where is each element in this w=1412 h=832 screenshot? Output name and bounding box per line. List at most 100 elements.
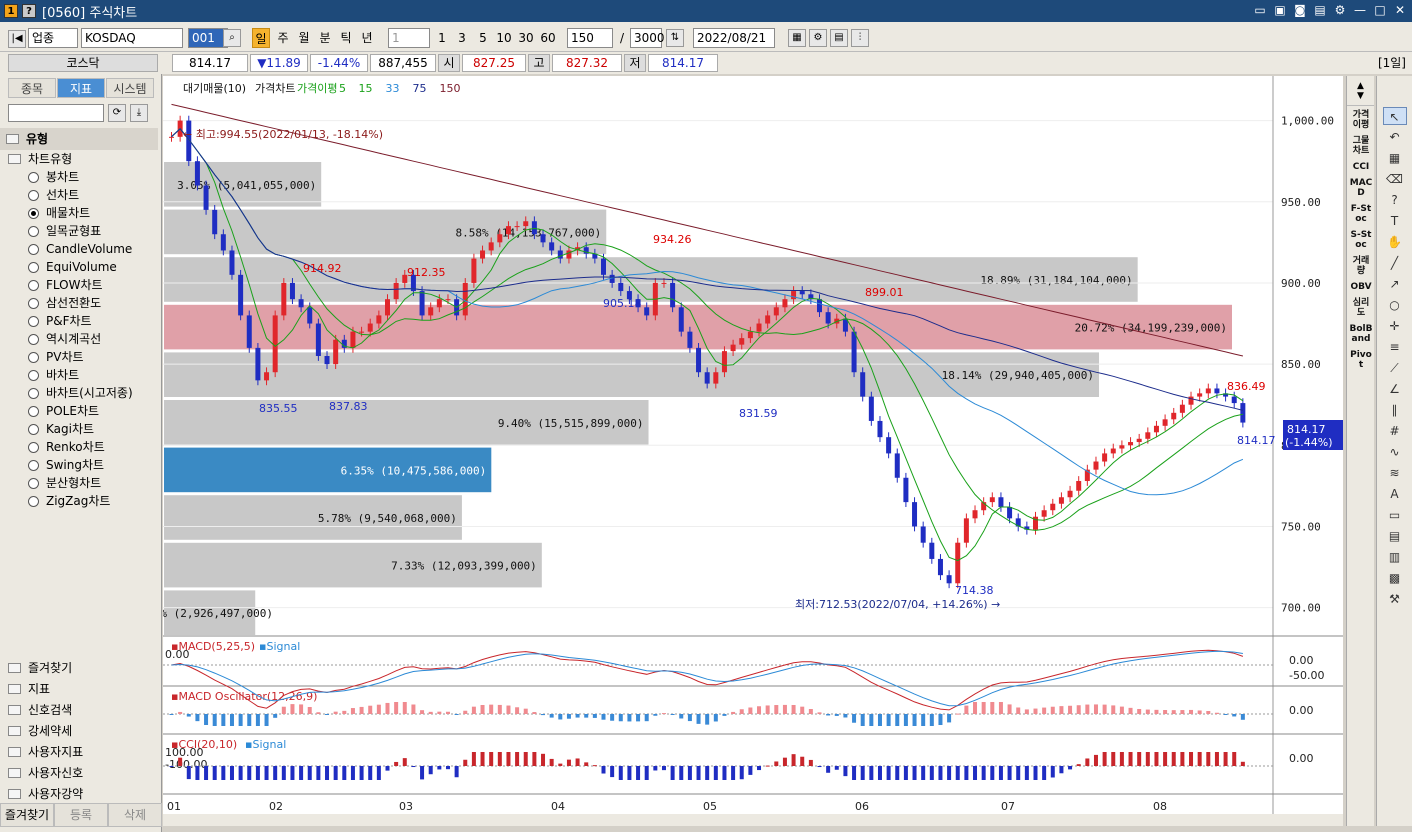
- radio-icon[interactable]: [28, 171, 39, 183]
- radio-icon[interactable]: [28, 387, 39, 399]
- save-icon[interactable]: ▤: [830, 29, 848, 47]
- radio-icon[interactable]: [28, 351, 39, 363]
- chart-svg[interactable]: 3.05% (5,041,055,000)8.58% (14,153,767,0…: [134, 76, 1343, 826]
- chart-type-item[interactable]: Renko차트: [28, 438, 158, 456]
- folder-item[interactable]: 신호검색: [8, 700, 158, 720]
- chart-type-item[interactable]: ZigZag차트: [28, 492, 158, 510]
- interval-1[interactable]: 1: [434, 28, 450, 48]
- radio-icon[interactable]: [28, 297, 39, 309]
- radio-icon[interactable]: [28, 207, 39, 219]
- chart-settings-icon[interactable]: ▦: [788, 29, 806, 47]
- chart-type-item[interactable]: PV차트: [28, 348, 158, 366]
- chart-type-item[interactable]: 일목균형표: [28, 222, 158, 240]
- cycle-icon[interactable]: ∿: [1383, 443, 1407, 461]
- angle-icon[interactable]: ∠: [1383, 380, 1407, 398]
- total-input[interactable]: 3000: [630, 28, 665, 48]
- chart-type-item[interactable]: P&F차트: [28, 312, 158, 330]
- minimize-icon[interactable]: —: [1352, 2, 1368, 18]
- folder-item[interactable]: 강세약세: [8, 721, 158, 741]
- auto-icon[interactable]: A: [1383, 485, 1407, 503]
- chart-type-item[interactable]: 삼선전환도: [28, 294, 158, 312]
- chart-type-item[interactable]: 바차트(시고저종): [28, 384, 158, 402]
- delete-button[interactable]: 삭제: [108, 803, 162, 827]
- interval-3[interactable]: 3: [454, 28, 470, 48]
- chart-area[interactable]: 3.05% (5,041,055,000) 8.58% (14,153,767,0…: [134, 76, 1343, 826]
- adjust-icon[interactable]: ⇅: [666, 29, 684, 47]
- period-year[interactable]: 년: [358, 28, 376, 48]
- radio-icon[interactable]: [28, 315, 39, 327]
- interval-10[interactable]: 10: [494, 28, 514, 48]
- indicator-button[interactable]: Pivot: [1347, 350, 1375, 370]
- radio-icon[interactable]: [28, 441, 39, 453]
- camera-icon[interactable]: ◙: [1292, 2, 1308, 18]
- period-tick[interactable]: 틱: [337, 28, 355, 48]
- chart-type-item[interactable]: POLE차트: [28, 402, 158, 420]
- tab-system[interactable]: 시스템: [106, 78, 154, 98]
- indicator-button[interactable]: MACD: [1347, 178, 1375, 198]
- interval-30[interactable]: 30: [516, 28, 536, 48]
- period-week[interactable]: 주: [274, 28, 292, 48]
- radio-icon[interactable]: [28, 261, 39, 273]
- folder-item[interactable]: 지표: [8, 679, 158, 699]
- indicator-button[interactable]: 거래량: [1347, 256, 1375, 276]
- tab-indicator[interactable]: 지표: [57, 78, 105, 98]
- radio-icon[interactable]: [28, 405, 39, 417]
- close-icon[interactable]: ✕: [1392, 2, 1408, 18]
- indicator-button[interactable]: 가격이평: [1347, 110, 1375, 130]
- chart-type-item[interactable]: 선차트: [28, 186, 158, 204]
- line-icon[interactable]: ╱: [1383, 254, 1407, 272]
- folder-item[interactable]: 사용자강약: [8, 784, 158, 804]
- all-icon[interactable]: ▦: [1383, 149, 1407, 167]
- chart-type-item[interactable]: FLOW차트: [28, 276, 158, 294]
- undo-icon[interactable]: ↶: [1383, 128, 1407, 146]
- radio-icon[interactable]: [28, 279, 39, 291]
- radio-icon[interactable]: [28, 189, 39, 201]
- channel-icon[interactable]: ≋: [1383, 464, 1407, 482]
- chart-type-item[interactable]: 바차트: [28, 366, 158, 384]
- fan-icon[interactable]: ⟋: [1383, 359, 1407, 377]
- count-input[interactable]: 150: [567, 28, 613, 48]
- market-type-select[interactable]: 업종: [28, 28, 78, 48]
- window-icon[interactable]: ▭: [1383, 506, 1407, 524]
- folder-item[interactable]: 사용자지표: [8, 742, 158, 762]
- print-icon[interactable]: ▤: [1312, 2, 1328, 18]
- gear-icon[interactable]: ⚙: [809, 29, 827, 47]
- data-icon[interactable]: ▩: [1383, 569, 1407, 587]
- cursor-icon[interactable]: ↖: [1382, 107, 1407, 125]
- page-icon[interactable]: ▤: [1383, 527, 1407, 545]
- radio-icon[interactable]: [28, 369, 39, 381]
- indicator-button[interactable]: 그물차트: [1347, 136, 1375, 156]
- interval-5[interactable]: 5: [475, 28, 491, 48]
- radio-icon[interactable]: [28, 225, 39, 237]
- interval-60[interactable]: 60: [538, 28, 558, 48]
- radio-icon[interactable]: [28, 333, 39, 345]
- radio-icon[interactable]: [28, 459, 39, 471]
- grid-icon[interactable]: #: [1383, 422, 1407, 440]
- group-chart-type[interactable]: 차트유형: [8, 150, 158, 168]
- indicator-button[interactable]: BolBand: [1347, 324, 1375, 344]
- period-minute[interactable]: 분: [316, 28, 334, 48]
- maximize-icon[interactable]: □: [1372, 2, 1388, 18]
- help-icon[interactable]: ?: [1383, 191, 1407, 209]
- tab-stock[interactable]: 종목: [8, 78, 56, 98]
- chart-icon[interactable]: ▥: [1383, 548, 1407, 566]
- chart-type-item[interactable]: 분산형차트: [28, 474, 158, 492]
- date-select[interactable]: 2022/08/21: [693, 28, 775, 48]
- scroll-down-icon[interactable]: ▼: [1357, 91, 1364, 101]
- first-icon[interactable]: |◀: [8, 30, 26, 48]
- register-button[interactable]: 등록: [54, 803, 108, 827]
- help-icon[interactable]: ?: [22, 4, 36, 18]
- wrench-icon[interactable]: ⚒: [1383, 590, 1407, 608]
- chart-type-item[interactable]: 봉차트: [28, 168, 158, 186]
- cross-icon[interactable]: ✛: [1383, 317, 1407, 335]
- indicator-button[interactable]: OBV: [1347, 282, 1375, 292]
- circle-icon[interactable]: ○: [1383, 296, 1407, 314]
- settings-icon[interactable]: ⚙: [1332, 2, 1348, 18]
- download-icon[interactable]: ⤓: [130, 104, 148, 122]
- hand-icon[interactable]: ✋: [1383, 233, 1407, 251]
- favorites-button[interactable]: 즐겨찾기: [0, 803, 54, 827]
- text-icon[interactable]: T: [1383, 212, 1407, 230]
- code-input[interactable]: 001: [188, 28, 228, 48]
- section-type[interactable]: 유형: [0, 128, 158, 150]
- period-month[interactable]: 월: [295, 28, 313, 48]
